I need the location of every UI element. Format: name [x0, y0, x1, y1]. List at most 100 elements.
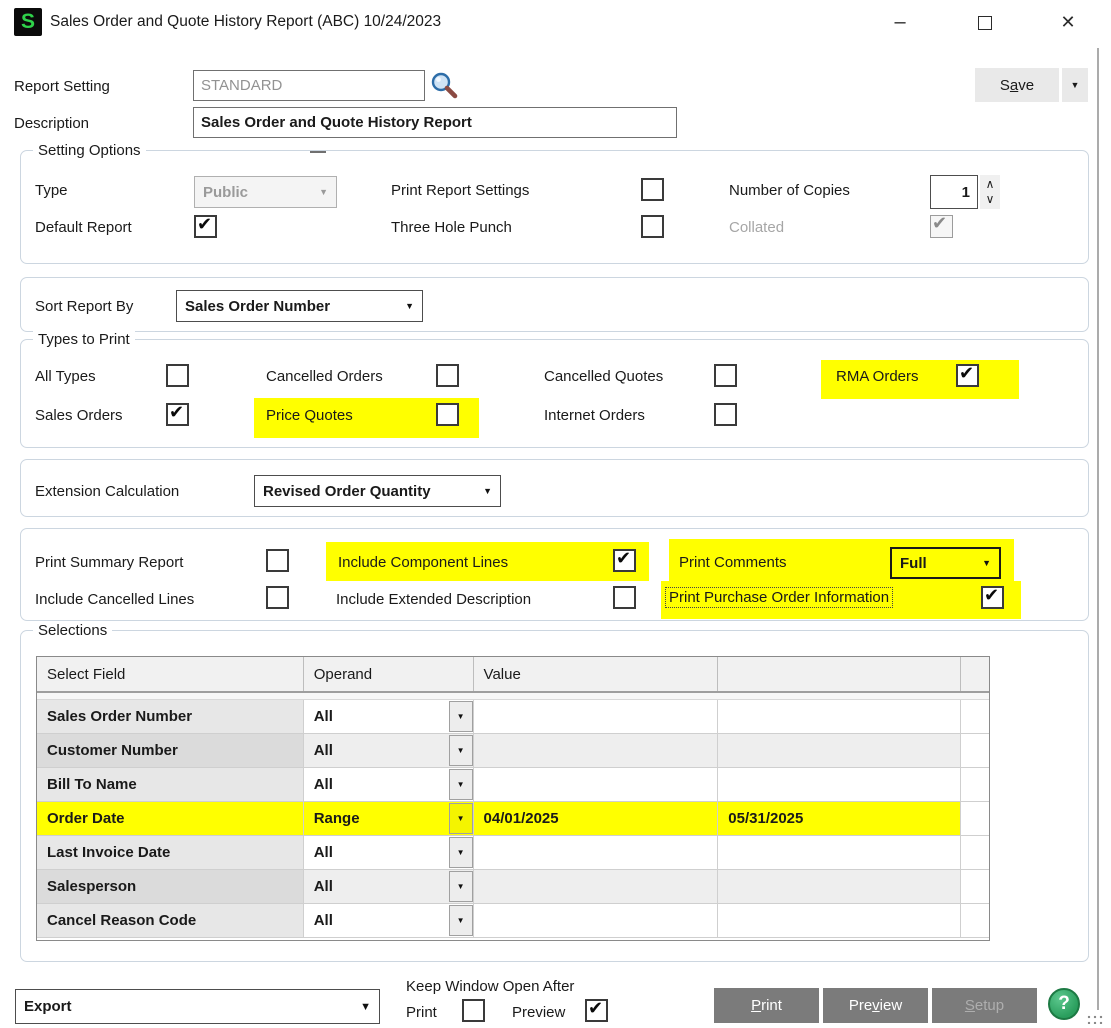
row-value1[interactable]	[474, 870, 719, 903]
extension-calculation-dropdown[interactable]: Revised Order Quantity ▼	[254, 475, 501, 507]
row-value2[interactable]	[718, 870, 961, 903]
print-report-settings-checkbox[interactable]: ✔	[641, 178, 664, 201]
cancelled-orders-checkbox[interactable]: ✔	[436, 364, 459, 387]
check-icon: ✔	[197, 214, 212, 235]
price-quotes-label: Price Quotes	[266, 407, 353, 424]
sales-orders-checkbox[interactable]: ✔	[166, 403, 189, 426]
spinner-up-icon[interactable]: ∧	[986, 177, 995, 192]
title-bar: S Sales Order and Quote History Report (…	[0, 0, 1111, 45]
include-component-lines-label: Include Component Lines	[338, 554, 508, 571]
all-types-checkbox[interactable]: ✔	[166, 364, 189, 387]
save-button[interactable]: Save	[975, 68, 1059, 102]
row-operand-dropdown[interactable]: All▼	[304, 768, 474, 801]
chevron-down-icon[interactable]: ▼	[449, 905, 473, 936]
rma-orders-checkbox[interactable]: ✔	[956, 364, 979, 387]
row-operand-dropdown[interactable]: All▼	[304, 836, 474, 869]
save-label-post: ve	[1018, 77, 1034, 94]
report-setting-input[interactable]: STANDARD	[193, 70, 425, 101]
include-cancelled-lines-label: Include Cancelled Lines	[35, 591, 194, 608]
help-icon[interactable]: ?	[1048, 988, 1080, 1020]
save-label-key: a	[1010, 77, 1018, 94]
preview-button[interactable]: Preview	[823, 988, 928, 1023]
include-cancelled-lines-checkbox[interactable]: ✔	[266, 586, 289, 609]
print-comments-dropdown[interactable]: Full ▼	[890, 547, 1001, 579]
check-icon: ✔	[169, 402, 184, 423]
resize-grip[interactable]	[1086, 1014, 1104, 1024]
maximize-button[interactable]	[962, 0, 1008, 45]
spinner-down-icon[interactable]: ∨	[986, 192, 995, 207]
export-dropdown[interactable]: Export ▼	[15, 989, 380, 1024]
description-input[interactable]: Sales Order and Quote History Report	[193, 107, 677, 138]
sort-value: Sales Order Number	[185, 298, 330, 315]
chevron-down-icon[interactable]: ▼	[449, 769, 473, 800]
row-operand-dropdown[interactable]: All▼	[304, 904, 474, 937]
type-dropdown[interactable]: Public ▼	[194, 176, 337, 208]
three-hole-punch-checkbox[interactable]: ✔	[641, 215, 664, 238]
print-summary-report-checkbox[interactable]: ✔	[266, 549, 289, 572]
row-field: Cancel Reason Code	[37, 904, 304, 937]
table-row: Customer Number All▼	[37, 734, 989, 768]
row-value2[interactable]	[718, 734, 961, 767]
sort-report-by-dropdown[interactable]: Sales Order Number ▼	[176, 290, 423, 322]
table-row: Sales Order Number All▼	[37, 700, 989, 734]
price-quotes-checkbox[interactable]: ✔	[436, 403, 459, 426]
sort-report-by-label: Sort Report By	[35, 298, 133, 315]
keep-open-preview-checkbox[interactable]: ✔	[585, 999, 608, 1022]
lookup-icon[interactable]	[429, 71, 459, 101]
print-comments-value: Full	[900, 555, 927, 572]
row-operand-dropdown[interactable]: All▼	[304, 700, 474, 733]
table-row: Cancel Reason Code All▼	[37, 904, 989, 938]
collated-label: Collated	[729, 219, 784, 236]
include-component-lines-checkbox[interactable]: ✔	[613, 549, 636, 572]
cancelled-orders-label: Cancelled Orders	[266, 368, 383, 385]
close-button[interactable]: ✕	[1045, 0, 1091, 45]
maximize-icon	[978, 16, 992, 30]
number-of-copies-input[interactable]: 1	[930, 175, 978, 209]
internet-orders-checkbox[interactable]: ✔	[714, 403, 737, 426]
table-row-highlighted: Order Date Range▼ 04/01/2025 05/31/2025	[37, 802, 989, 836]
row-value1[interactable]	[474, 700, 719, 733]
row-operand-dropdown[interactable]: All▼	[304, 870, 474, 903]
row-operand-dropdown[interactable]: Range▼	[304, 802, 474, 835]
row-value2[interactable]	[718, 836, 961, 869]
chevron-down-icon[interactable]: ▼	[449, 871, 473, 902]
selections-title: Selections	[33, 622, 112, 639]
cancelled-quotes-checkbox[interactable]: ✔	[714, 364, 737, 387]
print-button[interactable]: Print	[714, 988, 819, 1023]
chevron-down-icon[interactable]: ▼	[449, 803, 473, 834]
keep-open-print-checkbox[interactable]: ✔	[462, 999, 485, 1022]
report-setting-label: Report Setting	[14, 78, 110, 95]
row-value2[interactable]	[718, 768, 961, 801]
types-to-print-title: Types to Print	[33, 331, 135, 348]
minimize-button[interactable]: –	[877, 0, 923, 45]
save-dropdown-button[interactable]: ▼	[1062, 68, 1088, 102]
chevron-down-icon[interactable]: ▼	[449, 735, 473, 766]
row-value2[interactable]	[718, 904, 961, 937]
preview-label-key: v	[872, 997, 880, 1014]
print-purchase-order-information-checkbox[interactable]: ✔	[981, 586, 1004, 609]
row-value1[interactable]	[474, 904, 719, 937]
row-operand-dropdown[interactable]: All▼	[304, 734, 474, 767]
row-value2[interactable]	[718, 700, 961, 733]
row-value2[interactable]: 05/31/2025	[718, 802, 961, 835]
include-extended-description-label: Include Extended Description	[336, 591, 531, 608]
chevron-down-icon[interactable]: ▼	[449, 701, 473, 732]
include-extended-description-checkbox[interactable]: ✔	[613, 586, 636, 609]
extension-value: Revised Order Quantity	[263, 483, 431, 500]
keep-window-open-label: Keep Window Open After	[406, 978, 574, 995]
preview-label-post: iew	[880, 997, 903, 1014]
print-purchase-order-information-label: Print Purchase Order Information	[665, 587, 893, 608]
print-options-group: Print Summary Report ✔ Include Component…	[20, 528, 1089, 621]
print-label-post: rint	[761, 997, 782, 1014]
row-value1[interactable]: 04/01/2025	[474, 802, 719, 835]
print-label-key: P	[751, 997, 761, 1014]
check-icon: ✔	[588, 998, 603, 1019]
copies-spinner[interactable]: ∧ ∨	[980, 175, 1000, 209]
row-value1[interactable]	[474, 734, 719, 767]
chevron-down-icon[interactable]: ▼	[449, 837, 473, 868]
row-value1[interactable]	[474, 768, 719, 801]
row-value1[interactable]	[474, 836, 719, 869]
setting-options-title: Setting Options	[33, 142, 146, 159]
default-report-checkbox[interactable]: ✔	[194, 215, 217, 238]
grid-header-extra	[961, 657, 989, 691]
